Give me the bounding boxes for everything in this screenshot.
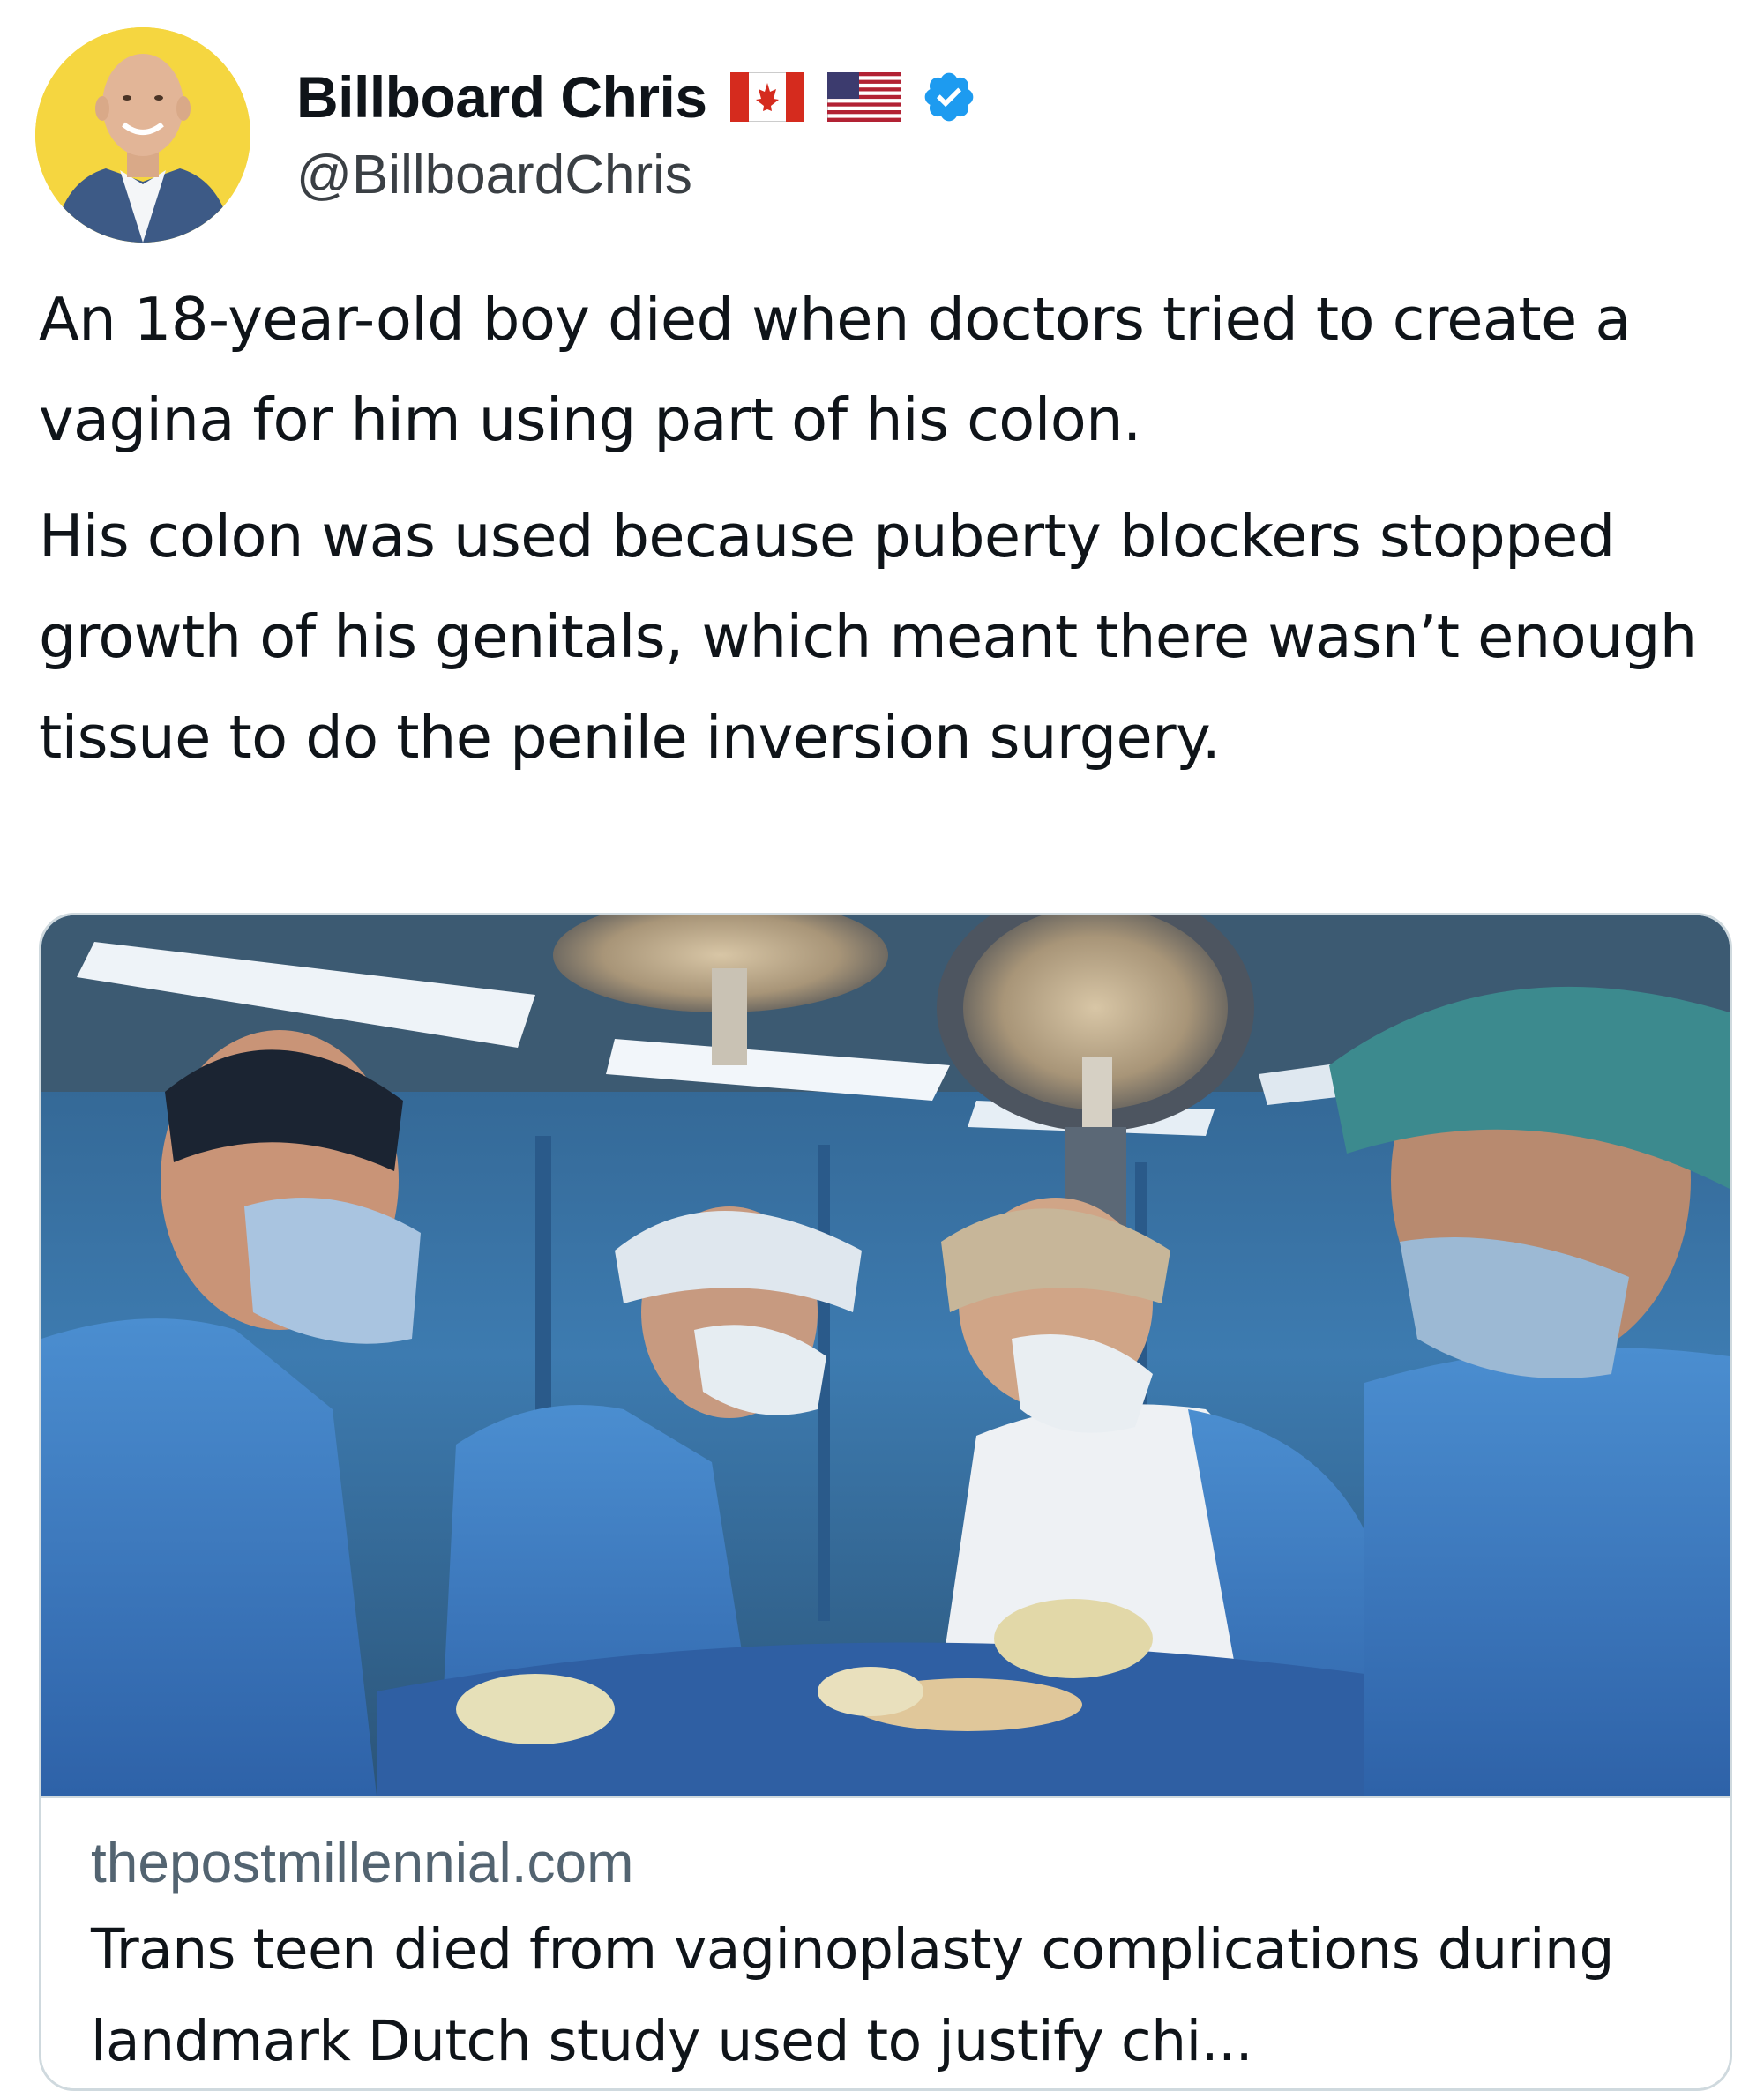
link-title[interactable]: Trans teen died from vaginoplasty compli… bbox=[91, 1904, 1696, 2087]
tweet-paragraph: His colon was used because puberty block… bbox=[39, 502, 1697, 772]
surgery-photo[interactable] bbox=[41, 915, 1730, 1796]
canada-flag-icon bbox=[729, 71, 804, 122]
link-card-meta[interactable]: thepostmillennial.com Trans teen died fr… bbox=[41, 1796, 1730, 2088]
verified-badge-icon bbox=[921, 69, 977, 125]
author-handle[interactable]: @BillboardChris bbox=[296, 144, 977, 206]
link-card[interactable]: thepostmillennial.com Trans teen died fr… bbox=[39, 913, 1732, 2091]
name-row: Billboard Chris bbox=[296, 57, 977, 137]
tweet-header: Billboard Chris @BillboardChris bbox=[35, 25, 977, 245]
display-name[interactable]: Billboard Chris bbox=[296, 63, 707, 131]
link-domain: thepostmillennial.com bbox=[91, 1831, 634, 1894]
tweet-paragraph: An 18-year-old boy died when doctors tri… bbox=[39, 285, 1631, 454]
usa-flag-icon bbox=[826, 71, 901, 122]
avatar[interactable] bbox=[35, 27, 250, 243]
tweet[interactable]: Billboard Chris @BillboardChris An 18-ye… bbox=[0, 0, 1764, 2091]
author-block: Billboard Chris @BillboardChris bbox=[296, 57, 977, 206]
tweet-text: An 18-year-old boy died when doctors tri… bbox=[39, 269, 1715, 788]
